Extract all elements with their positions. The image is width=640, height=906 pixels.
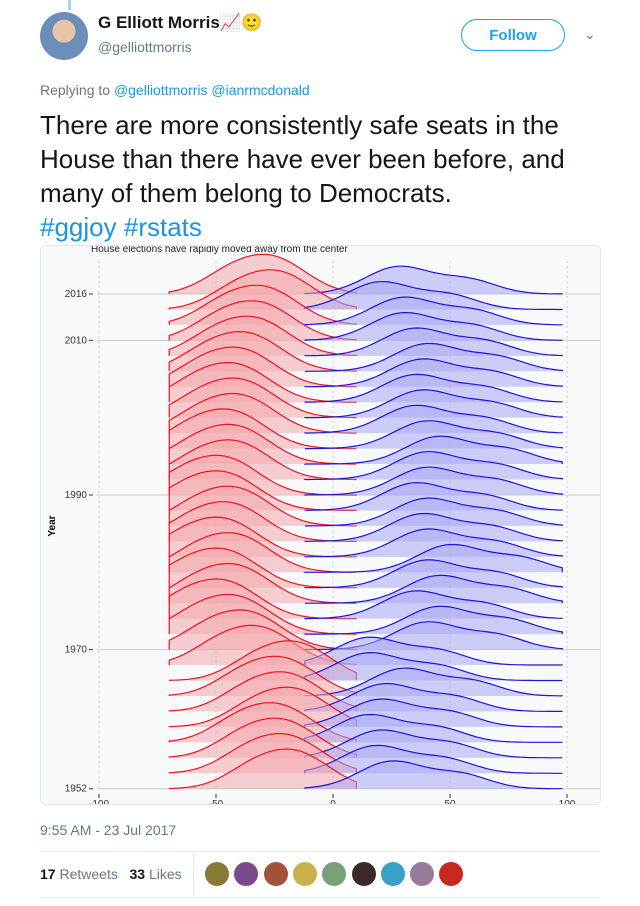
retweets-label: Retweets	[59, 866, 118, 882]
divider	[40, 897, 600, 898]
liker-avatar[interactable]	[234, 862, 259, 886]
avatar[interactable]	[40, 12, 88, 60]
chevron-down-icon[interactable]: ⌄	[584, 26, 596, 43]
replying-prefix: Replying to	[40, 82, 111, 98]
y-tick-label: 2016	[65, 289, 88, 300]
y-tick-label: 1970	[65, 645, 88, 656]
emoji-icon: 📈🙂	[219, 13, 263, 32]
author-name-text: G Elliott Morris	[98, 13, 220, 32]
x-tick-label: 50	[444, 799, 456, 805]
tweet-body: There are more consistently safe seats i…	[40, 110, 565, 208]
y-axis-label: Year	[47, 515, 58, 536]
hashtag-link[interactable]: #rstats	[124, 212, 202, 242]
likes-count[interactable]: 33 Likes	[130, 866, 182, 882]
liker-avatar[interactable]	[205, 862, 229, 886]
likes-number: 33	[129, 866, 146, 882]
thread-line	[68, 0, 71, 10]
divider	[193, 851, 194, 897]
liker-avatar[interactable]	[439, 862, 464, 886]
x-tick-label: -100	[89, 799, 109, 805]
liker-avatar[interactable]	[351, 862, 376, 886]
follow-button[interactable]: Follow	[461, 19, 565, 51]
chart-title: House elections have rapidly moved away …	[91, 246, 348, 255]
likes-label: Likes	[148, 866, 182, 882]
replying-to: Replying to @gelliottmorris @ianrmcdonal…	[40, 82, 310, 98]
retweets-count[interactable]: 17 Retweets	[40, 866, 118, 882]
mention-link[interactable]: @gelliottmorris	[114, 82, 208, 98]
y-tick-label: 1990	[65, 490, 88, 501]
liker-avatar[interactable]	[322, 862, 347, 886]
author-handle[interactable]: @gelliottmorris	[98, 39, 192, 55]
y-tick-label: 1952	[65, 784, 88, 795]
x-tick-label: -50	[209, 799, 224, 805]
ridgeline-chart: House elections have rapidly moved away …	[47, 246, 600, 805]
hashtag-link[interactable]: #ggjoy	[40, 212, 117, 242]
timestamp[interactable]: 9:55 AM - 23 Jul 2017	[40, 822, 176, 838]
tweet-text: There are more consistently safe seats i…	[40, 108, 610, 244]
x-tick-label: 100	[559, 799, 576, 805]
divider	[40, 851, 600, 852]
mention-link[interactable]: @ianrmcdonald	[211, 82, 309, 98]
liker-avatar[interactable]	[263, 862, 288, 886]
y-tick-label: 2010	[65, 335, 88, 346]
chart-image[interactable]: House elections have rapidly moved away …	[40, 245, 601, 805]
liker-avatar[interactable]	[410, 862, 435, 886]
liker-avatar[interactable]	[380, 862, 405, 886]
ridge-fill-democratic-2016	[304, 266, 563, 294]
retweets-number: 17	[40, 866, 56, 882]
engagement-stats: 17 Retweets 33 Likes	[40, 866, 182, 882]
liker-avatar[interactable]	[292, 862, 317, 886]
author-name[interactable]: G Elliott Morris📈🙂	[98, 13, 262, 33]
x-tick-label: 0	[330, 799, 336, 805]
